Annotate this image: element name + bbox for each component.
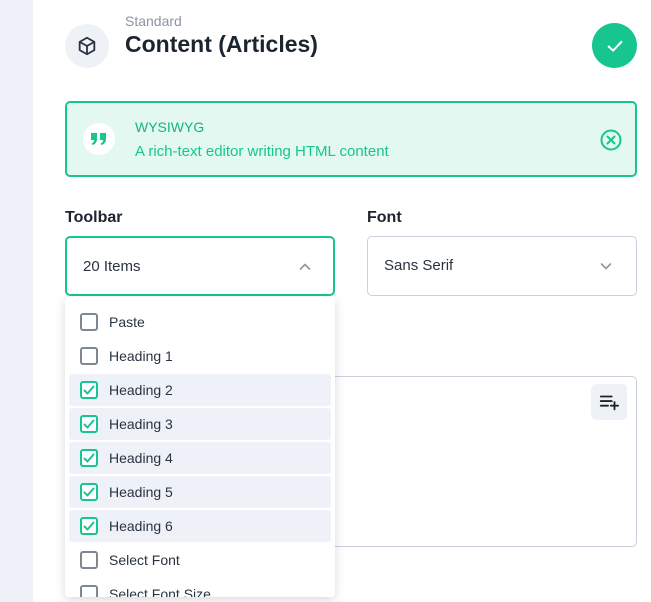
option-label: Heading 6 (109, 518, 173, 534)
checkbox-checked[interactable] (80, 381, 98, 399)
toolbar-select-value: 20 Items (83, 258, 141, 275)
close-circle-icon[interactable] (599, 128, 623, 152)
toolbar-option-heading-6[interactable]: Heading 6 (69, 510, 331, 542)
add-block-button[interactable] (591, 384, 627, 420)
option-label: Heading 2 (109, 382, 173, 398)
checkmark-icon (83, 385, 95, 395)
option-label: Heading 4 (109, 450, 173, 466)
toolbar-option-paste[interactable]: Paste (69, 306, 331, 338)
option-label: Heading 3 (109, 416, 173, 432)
editor-preview-area[interactable] (300, 376, 637, 547)
banner-description: A rich-text editor writing HTML content (135, 143, 389, 160)
option-label: Heading 1 (109, 348, 173, 364)
check-icon (607, 40, 622, 52)
option-label: Select Font (109, 552, 180, 568)
option-label: Paste (109, 314, 145, 330)
checkbox-checked[interactable] (80, 415, 98, 433)
type-badge (65, 24, 109, 68)
option-label: Heading 5 (109, 484, 173, 500)
checkbox-checked[interactable] (80, 483, 98, 501)
toolbar-label: Toolbar (65, 209, 123, 226)
quote-badge (83, 123, 115, 155)
checkbox[interactable] (80, 313, 98, 331)
toolbar-option-heading-3[interactable]: Heading 3 (69, 408, 331, 440)
font-select[interactable]: Sans Serif (367, 236, 637, 296)
page-subtitle: Standard (125, 13, 182, 29)
checkbox[interactable] (80, 347, 98, 365)
toolbar-option-heading-1[interactable]: Heading 1 (69, 340, 331, 372)
playlist-add-icon (599, 395, 620, 411)
toolbar-dropdown-menu: Paste Heading 1 Heading 2 Heading 3 Head… (65, 297, 335, 597)
checkmark-icon (83, 521, 95, 531)
checkmark-icon (83, 453, 95, 463)
banner-title: WYSIWYG (135, 119, 205, 135)
left-sidebar-strip (0, 0, 33, 602)
page-title: Content (Articles) (125, 31, 318, 57)
chevron-down-icon (600, 263, 612, 270)
toolbar-option-select-font-size[interactable]: Select Font Size (69, 578, 331, 597)
checkbox[interactable] (80, 551, 98, 569)
checkbox[interactable] (80, 585, 98, 597)
toolbar-option-heading-2[interactable]: Heading 2 (69, 374, 331, 406)
editor-type-banner: WYSIWYG A rich-text editor writing HTML … (65, 101, 637, 177)
checkmark-icon (83, 487, 95, 497)
option-label: Select Font Size (109, 586, 211, 597)
checkmark-icon (83, 419, 95, 429)
checkbox-checked[interactable] (80, 517, 98, 535)
toolbar-option-heading-5[interactable]: Heading 5 (69, 476, 331, 508)
chevron-up-icon (299, 263, 311, 270)
status-check-badge (592, 23, 637, 68)
toolbar-option-select-font[interactable]: Select Font (69, 544, 331, 576)
font-label: Font (367, 209, 402, 226)
checkbox-checked[interactable] (80, 449, 98, 467)
quote-icon (91, 133, 106, 145)
cube-icon (78, 36, 96, 56)
font-select-value: Sans Serif (384, 257, 454, 274)
toolbar-option-heading-4[interactable]: Heading 4 (69, 442, 331, 474)
toolbar-select[interactable]: 20 Items (65, 236, 335, 296)
